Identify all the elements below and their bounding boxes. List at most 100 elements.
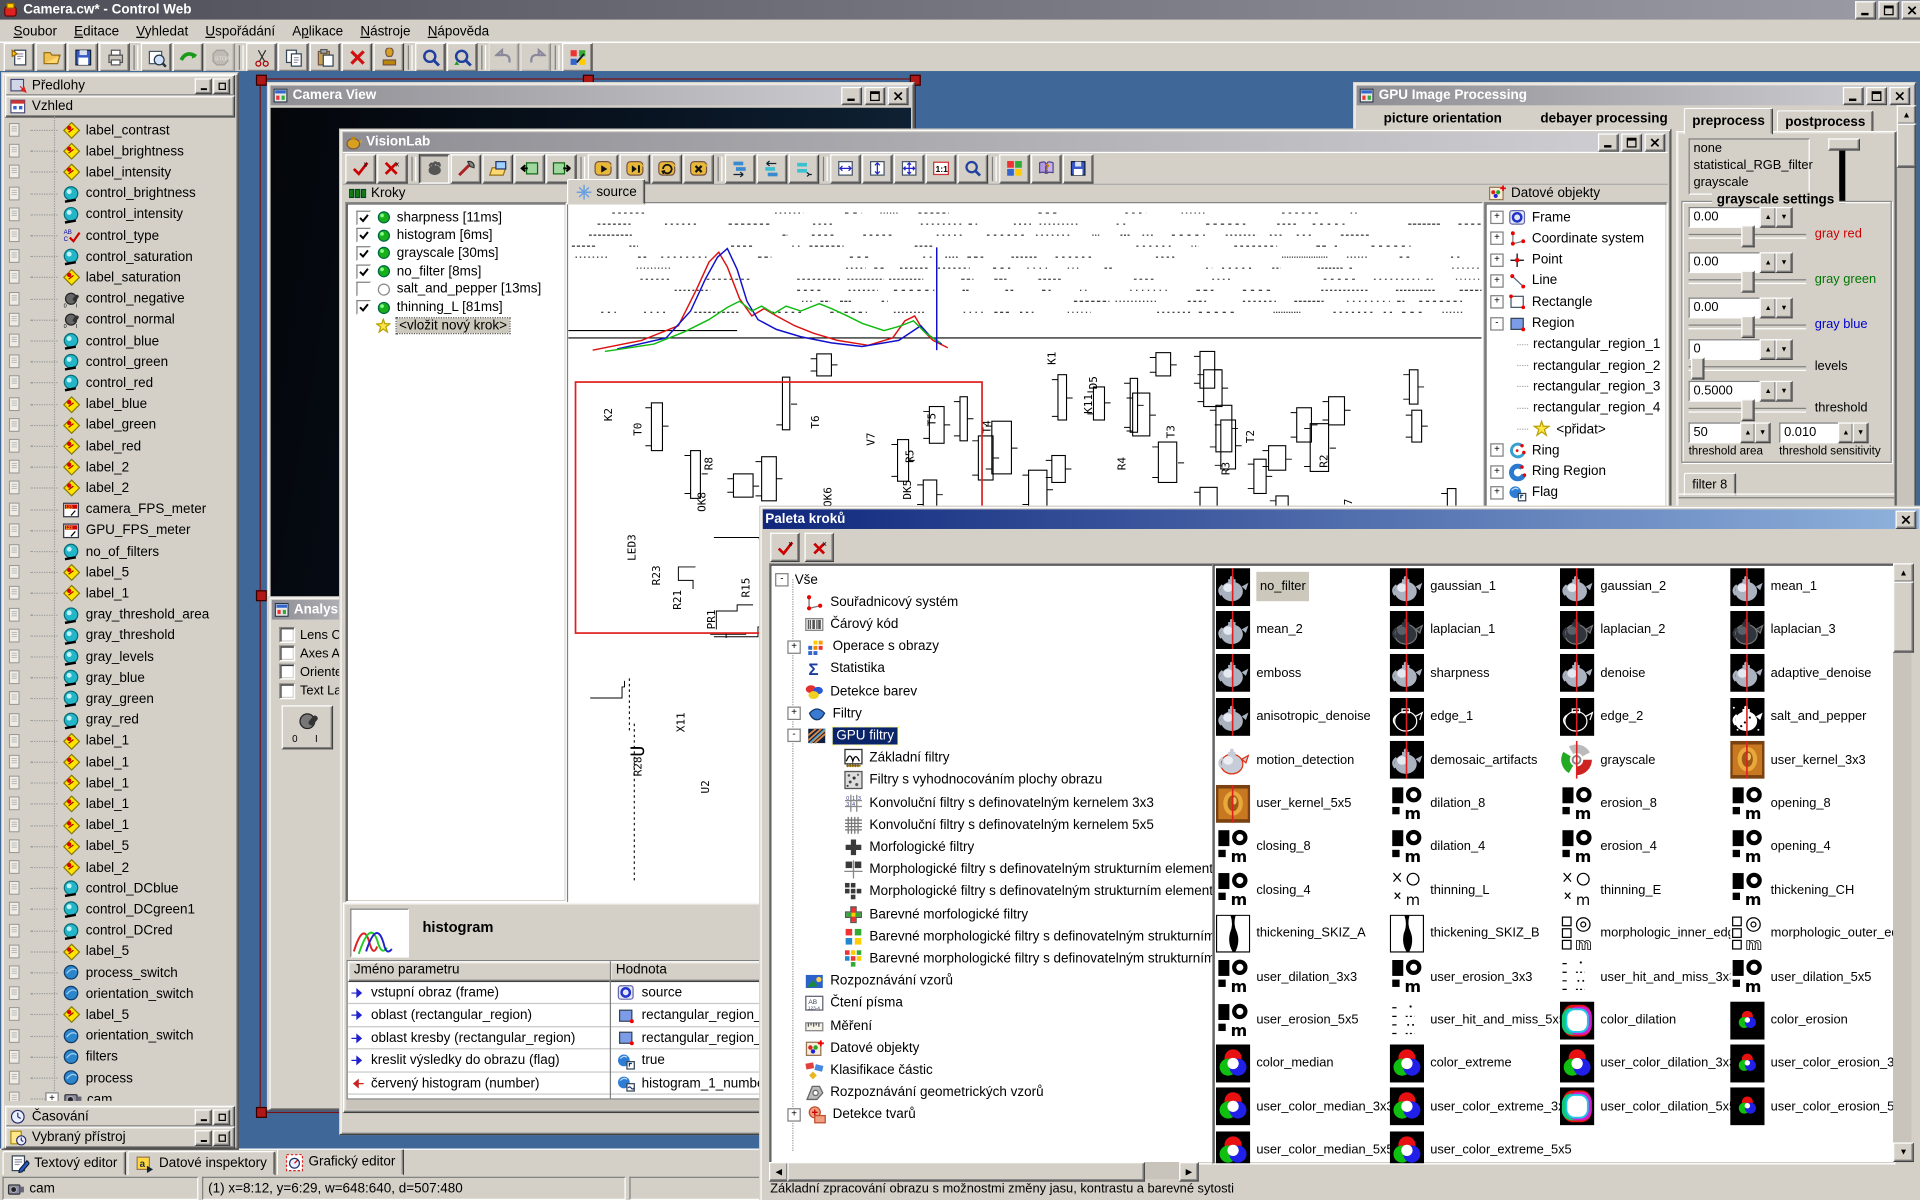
filter-motion_detection[interactable]: motion_detection — [1215, 740, 1354, 779]
filter-gaussian_1[interactable]: gaussian_1 — [1389, 567, 1496, 606]
filter-denoise[interactable]: denoise — [1560, 654, 1645, 693]
insert-after-button[interactable] — [724, 153, 756, 184]
filter-user_color_erosion_3x3[interactable]: user_color_erosion_3x3 — [1730, 1044, 1894, 1083]
filter-user_hit_and_miss_5x5[interactable]: user_hit_and_miss_5x5 — [1389, 1000, 1566, 1039]
pal-discard-button[interactable]: x — [804, 532, 834, 563]
tree-item-label_1[interactable]: label_1 — [7, 583, 235, 604]
insert-before-button[interactable] — [756, 153, 788, 184]
tree-item-orientation_switch[interactable]: orientation_switch — [7, 983, 235, 1004]
filter-mean_1[interactable]: mean_1 — [1730, 567, 1817, 606]
confirm-button[interactable]: x — [345, 153, 376, 184]
maximize-button[interactable] — [864, 86, 886, 105]
paleta-item-barevne-morphologicke-filtry-s-definovatelnym-strukturnim-elementem-3x3[interactable]: Barevné morphologické filtry s definovat… — [844, 926, 1213, 947]
tree-item-control_DCblue[interactable]: control_DCblue — [7, 878, 235, 899]
open-button[interactable] — [35, 42, 67, 73]
minimize-button[interactable] — [1855, 0, 1876, 19]
filter-emboss[interactable]: emboss — [1215, 654, 1301, 693]
spin-up-button[interactable]: ▲ — [1837, 422, 1854, 444]
tree-item-gray_levels[interactable]: gray_levels — [7, 647, 235, 668]
filter-user_color_dilation_3x3[interactable]: user_color_dilation_3x3 — [1560, 1044, 1736, 1083]
paleta-item-morphologicke-filtry-s-definovatelnym-strukturnim-elementem-3x3[interactable]: Morphologické filtry s definovatelným st… — [844, 859, 1213, 880]
filter-thickening_SKIZ_A[interactable]: thickening_SKIZ_A — [1215, 914, 1366, 953]
filter-edge_2[interactable]: edge_2 — [1560, 697, 1643, 736]
paleta-item-cteni-pisma[interactable]: AB 123-4 Čtení písma — [804, 993, 903, 1014]
filter-anisotropic_denoise[interactable]: anisotropic_denoise — [1215, 697, 1371, 736]
tree-item-gray_red[interactable]: gray_red — [7, 710, 235, 731]
tree-item-gray_threshold[interactable]: gray_threshold — [7, 625, 235, 646]
tree-item-control_negative[interactable]: 0 Icontrol_negative — [7, 288, 235, 309]
prev-image-button[interactable] — [514, 153, 545, 184]
loop-button[interactable] — [651, 153, 683, 184]
datove-item-Rectangle[interactable]: + Rectangle — [1490, 293, 1593, 311]
vzhled-header[interactable]: Vzhled — [4, 95, 236, 118]
minimize-button[interactable] — [194, 77, 212, 94]
filter-user_color_median_3x3[interactable]: user_color_median_3x3 — [1215, 1087, 1394, 1126]
spin-down-button[interactable]: ▼ — [1775, 252, 1793, 274]
tree-item-label_2[interactable]: label_2 — [7, 457, 235, 478]
tree-item-control_red[interactable]: control_red — [7, 373, 235, 394]
fit-height-button[interactable] — [862, 153, 893, 184]
magnify-button[interactable] — [957, 153, 989, 184]
tree-item-control_type[interactable]: AB Ccontrol_type — [7, 225, 235, 246]
gpu-filter-list[interactable]: none statistical_RGB_filter grayscale — [1688, 138, 1813, 195]
save-button[interactable] — [67, 42, 98, 73]
step-histogram[interactable]: histogram [6ms] — [356, 227, 493, 243]
selection-handle[interactable] — [255, 1106, 267, 1118]
step-checkbox[interactable] — [356, 227, 372, 243]
param-row-2[interactable]: oblast (rectangular_region) — [350, 1005, 532, 1026]
filter-user_dilation_5x5[interactable]: m user_dilation_5x5 — [1730, 957, 1871, 996]
paleta-item-morfologicke-filtry[interactable]: Morfologické filtry — [844, 837, 974, 858]
spin-down-button[interactable]: ▼ — [1775, 380, 1793, 402]
one-to-one-button[interactable]: 1:1 — [925, 153, 957, 184]
close-button[interactable] — [1895, 510, 1917, 529]
filter-mean_2[interactable]: mean_2 — [1215, 610, 1303, 649]
slider-levels[interactable] — [1688, 357, 1807, 380]
vybrany-header[interactable]: Vybraný přístroj — [4, 1126, 236, 1149]
slider-thumb[interactable] — [1741, 225, 1755, 248]
param-row-1[interactable]: vstupní obraz (frame) — [350, 982, 499, 1003]
tab-textov-editor[interactable]: Textový editor — [2, 1151, 126, 1176]
close-button[interactable] — [1901, 0, 1920, 19]
paleta-item-mereni[interactable]: Měření — [804, 1015, 872, 1036]
new-step-item[interactable]: <vložit nový krok> — [375, 316, 511, 334]
tree-item-label_5[interactable]: label_5 — [7, 941, 235, 962]
expander-icon[interactable]: - — [1490, 316, 1504, 330]
filter-demosaic_artifacts[interactable]: demosaic_artifacts — [1389, 740, 1537, 779]
selection-handle[interactable] — [255, 590, 267, 602]
filter-thinning_L[interactable]: m thinning_L — [1389, 870, 1490, 909]
scroll-thumb[interactable] — [787, 1162, 1145, 1182]
tools-button[interactable] — [450, 153, 482, 184]
print-button[interactable] — [99, 42, 130, 73]
filter-laplacian_2[interactable]: laplacian_2 — [1560, 610, 1665, 649]
paste-button[interactable] — [309, 42, 341, 73]
tree-item-control_brightness[interactable]: control_brightness — [7, 183, 235, 204]
filter-color_dilation[interactable]: color_dilation — [1560, 1000, 1676, 1039]
delete-button[interactable] — [341, 42, 373, 73]
paleta-title-bar[interactable]: Paleta kroků — [762, 509, 1919, 529]
tree-item-label_1[interactable]: label_1 — [7, 752, 235, 773]
filter-opening_8[interactable]: m opening_8 — [1730, 784, 1831, 823]
filter-dilation_8[interactable]: m dilation_8 — [1389, 784, 1485, 823]
scroll-up-button[interactable]: ▲ — [1896, 105, 1917, 125]
scroll-thumb[interactable] — [1896, 123, 1917, 168]
step-sharpness[interactable]: sharpness [11ms] — [356, 209, 502, 225]
stop-button[interactable]: STOP — [204, 42, 236, 73]
fit-page-button[interactable] — [893, 153, 925, 184]
step-checkbox[interactable] — [356, 281, 372, 297]
build-button[interactable] — [172, 42, 204, 73]
tree-item-label_1[interactable]: label_1 — [7, 731, 235, 752]
spin-up-button[interactable]: ▲ — [1740, 422, 1756, 444]
filter-color_median[interactable]: color_median — [1215, 1044, 1334, 1083]
filter-laplacian_1[interactable]: laplacian_1 — [1389, 610, 1495, 649]
datove-item-rectangular_region_1[interactable]: rectangular_region_1 — [1517, 335, 1660, 353]
filter-user_erosion_5x5[interactable]: m user_erosion_5x5 — [1215, 1000, 1359, 1039]
tree-item-cam[interactable]: + cam — [7, 1089, 235, 1101]
tree-item-process[interactable]: process — [7, 1068, 235, 1089]
expander-icon[interactable]: + — [787, 706, 801, 721]
param-row-3[interactable]: oblast kresby (rectangular_region) — [350, 1028, 575, 1049]
filter-no_filter[interactable]: no_filter — [1215, 567, 1310, 606]
tab-datov-inspektory[interactable]: a Datové inspektory — [127, 1151, 276, 1176]
expander-icon[interactable]: + — [787, 639, 801, 654]
save-disk-button[interactable] — [1062, 153, 1094, 184]
redo-button[interactable] — [520, 42, 552, 73]
